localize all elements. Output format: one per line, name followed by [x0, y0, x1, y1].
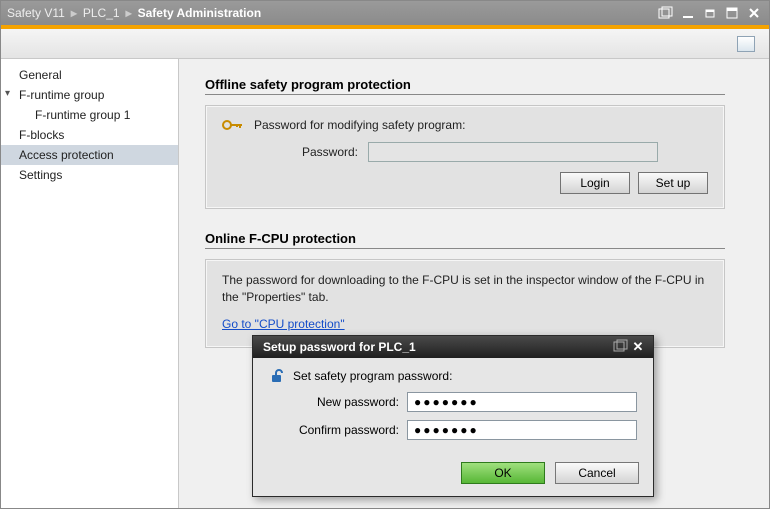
- new-password-label: New password:: [269, 395, 399, 409]
- breadcrumb-seg3: Safety Administration: [138, 6, 262, 20]
- minimize-icon[interactable]: [679, 5, 697, 21]
- close-icon[interactable]: [745, 5, 763, 21]
- key-icon: [222, 118, 244, 132]
- sidebar-item-fruntime-group-1[interactable]: F-runtime group 1: [1, 105, 178, 125]
- dialog-windows-icon[interactable]: [613, 339, 629, 356]
- sidebar-item-general[interactable]: General: [1, 65, 178, 85]
- maximize-icon[interactable]: [723, 5, 741, 21]
- confirm-password-input[interactable]: [407, 420, 637, 440]
- new-password-input[interactable]: [407, 392, 637, 412]
- toolbar-properties-icon[interactable]: [737, 36, 755, 52]
- offline-legend: Password for modifying safety program:: [254, 118, 465, 132]
- cancel-button[interactable]: Cancel: [555, 462, 639, 484]
- online-description: The password for downloading to the F-CP…: [222, 272, 708, 307]
- online-section-title: Online F-CPU protection: [205, 231, 725, 249]
- login-button[interactable]: Login: [560, 172, 630, 194]
- sub-toolbar: [1, 29, 769, 59]
- offline-section-title: Offline safety program protection: [205, 77, 725, 95]
- dialog-titlebar: Setup password for PLC_1 ✕: [253, 336, 653, 358]
- setup-password-dialog: Setup password for PLC_1 ✕ Set safety pr…: [252, 335, 654, 497]
- offline-panel: Password for modifying safety program: P…: [205, 105, 725, 209]
- breadcrumb-seg2[interactable]: PLC_1: [83, 6, 120, 20]
- offline-password-label: Password:: [268, 145, 358, 159]
- sidebar-item-fruntime-group[interactable]: F-runtime group: [1, 85, 178, 105]
- restore-icon[interactable]: [701, 5, 719, 21]
- sidebar-item-fblocks[interactable]: F-blocks: [1, 125, 178, 145]
- windows-overlap-icon[interactable]: [657, 5, 675, 21]
- dialog-title: Setup password for PLC_1: [263, 340, 416, 354]
- dialog-close-icon[interactable]: ✕: [629, 339, 647, 355]
- titlebar: Safety V11 ▸ PLC_1 ▸ Safety Administrati…: [1, 1, 769, 25]
- confirm-password-label: Confirm password:: [269, 423, 399, 437]
- sidebar-item-settings[interactable]: Settings: [1, 165, 178, 185]
- setup-button[interactable]: Set up: [638, 172, 708, 194]
- breadcrumb-seg1[interactable]: Safety V11: [7, 6, 65, 20]
- offline-password-input: [368, 142, 658, 162]
- lock-open-icon: [269, 368, 285, 384]
- sidebar: General F-runtime group F-runtime group …: [1, 59, 179, 508]
- dialog-legend: Set safety program password:: [293, 369, 452, 383]
- sidebar-item-access-protection[interactable]: Access protection: [1, 145, 178, 165]
- cpu-protection-link[interactable]: Go to "CPU protection": [222, 317, 345, 331]
- ok-button[interactable]: OK: [461, 462, 545, 484]
